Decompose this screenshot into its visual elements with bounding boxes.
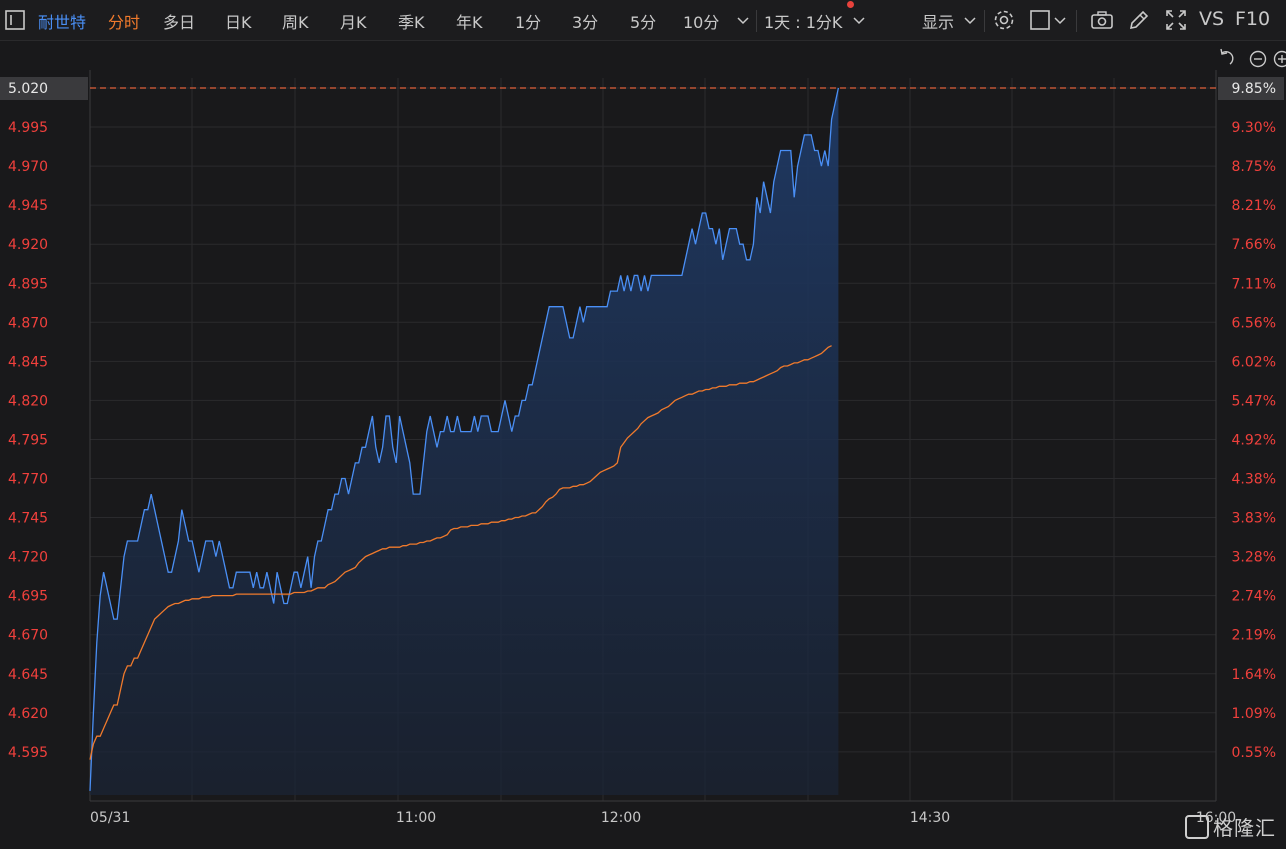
x-axis: 05/31 11:00 12:00 14:30 16:00 — [90, 810, 1236, 826]
y-tick-label-left: 4.720 — [8, 550, 48, 566]
y-tick-label-right: 2.74% — [1232, 589, 1276, 605]
y-tick-label-right: 0.55% — [1232, 745, 1276, 761]
y-tick-label-left: 4.970 — [8, 159, 48, 175]
y-tick-label-right: 3.28% — [1232, 550, 1276, 566]
y-tick-label-right: 5.47% — [1232, 393, 1276, 409]
watermark-logo: 格隆汇 — [1185, 812, 1276, 842]
y-tick-label-right: 1.64% — [1232, 667, 1276, 683]
reset-icon[interactable] — [1220, 48, 1234, 65]
y-tick-label-left: 4.595 — [8, 745, 48, 761]
y-tick-label-right: 8.75% — [1232, 159, 1276, 175]
y-tick-label-left: 4.795 — [8, 432, 48, 448]
watermark-text: 格隆汇 — [1213, 815, 1276, 840]
zoom-controls — [1220, 48, 1286, 68]
y-tick-label-left: 4.920 — [8, 237, 48, 253]
y-tick-label-left: 4.745 — [8, 511, 48, 527]
price-area-fill — [90, 88, 839, 795]
y-tick-label-left: 4.670 — [8, 628, 48, 644]
y-tick-label-left: 4.895 — [8, 276, 48, 292]
y-tick-label-right: 8.21% — [1232, 198, 1276, 214]
y-tick-label-left: 4.995 — [8, 120, 48, 136]
y-tick-label-left: 4.645 — [8, 667, 48, 683]
x-tick-label: 12:00 — [601, 810, 641, 826]
y-tick-label-left: 4.870 — [8, 315, 48, 331]
x-tick-label: 05/31 — [90, 810, 130, 826]
y-tick-label-right: 1.09% — [1232, 706, 1276, 722]
y-tick-label-right: 7.11% — [1232, 276, 1276, 292]
zoom-out-icon[interactable] — [1249, 50, 1267, 68]
x-tick-label: 14:30 — [910, 810, 950, 826]
y-tick-label-right: 4.92% — [1232, 432, 1276, 448]
logo-mark-icon — [1185, 815, 1209, 839]
y-tick-label-right: 6.02% — [1232, 354, 1276, 370]
y-tick-label-left: 4.770 — [8, 472, 48, 488]
y-tick-label-left: 4.945 — [8, 198, 48, 214]
y-tick-label-right: 7.66% — [1232, 237, 1276, 253]
y-tick-label-right: 2.19% — [1232, 628, 1276, 644]
y-axis-left: 5.020 4.995 4.970 4.945 4.920 4.895 4.870 4.845… — [0, 77, 88, 761]
y-tick-label-right: 6.56% — [1232, 315, 1276, 331]
y-tick-label-left: 4.820 — [8, 393, 48, 409]
y-tick-label-right: 9.30% — [1232, 120, 1276, 136]
zoom-in-icon[interactable] — [1273, 50, 1286, 68]
x-tick-label: 11:00 — [396, 810, 436, 826]
y-tick-label-left: 4.695 — [8, 589, 48, 605]
y-tick-label-right: 4.38% — [1232, 472, 1276, 488]
y-tick-label-right: 3.83% — [1232, 511, 1276, 527]
y-tick-label-right: 9.85% — [1232, 81, 1276, 97]
intraday-chart: 5.020 4.995 4.970 4.945 4.920 4.895 4.870 4.845… — [0, 48, 1286, 826]
y-tick-label-left: 4.845 — [8, 354, 48, 370]
y-axis-right: 9.85% 9.30% 8.75% 8.21% 7.66% 7.11% 6.56% 6.02%… — [1218, 77, 1284, 761]
y-tick-label-left: 5.020 — [8, 81, 48, 97]
y-tick-label-left: 4.620 — [8, 706, 48, 722]
